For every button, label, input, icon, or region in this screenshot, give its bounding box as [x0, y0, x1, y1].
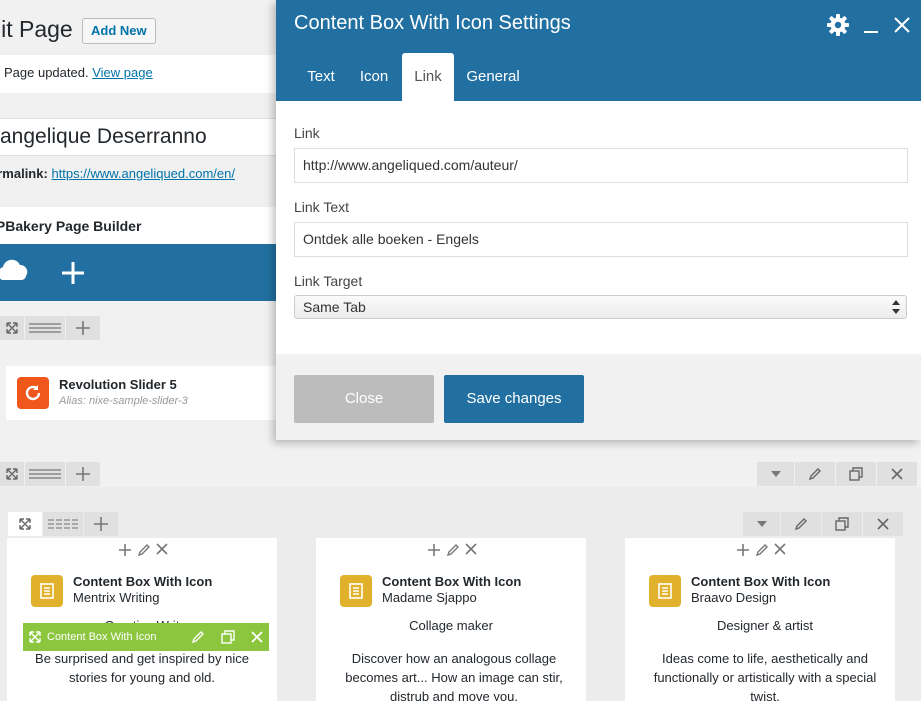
content-box-subtitle: Mentrix Writing	[73, 590, 160, 605]
add-new-button[interactable]: Add New	[82, 18, 156, 44]
tab-general[interactable]: General	[459, 53, 527, 101]
row-2-actions	[757, 462, 917, 486]
drag-icon[interactable]	[43, 512, 83, 536]
modal-window-controls	[827, 14, 911, 36]
column-2: Content Box With Icon Madame Sjappo Coll…	[316, 538, 586, 701]
view-page-link[interactable]: View page	[92, 65, 152, 80]
save-changes-button[interactable]: Save changes	[444, 375, 584, 423]
link-text-label: Link Text	[294, 199, 349, 215]
content-box-heading: Collage maker	[409, 618, 493, 633]
plus-icon[interactable]	[118, 543, 132, 557]
close-icon[interactable]	[465, 543, 477, 557]
revolution-slider-title: Revolution Slider 5	[59, 377, 177, 392]
plus-icon[interactable]	[66, 462, 100, 486]
close-icon[interactable]	[774, 543, 786, 557]
link-target-select[interactable]: Same Tab	[294, 295, 907, 319]
chevron-down-icon[interactable]	[743, 512, 780, 536]
drag-icon[interactable]	[25, 316, 65, 340]
content-box-title: Content Box With Icon	[382, 574, 522, 589]
delete-icon[interactable]	[251, 631, 263, 643]
chevron-down-icon[interactable]	[757, 462, 794, 486]
element-toolbar-label: Content Box With Icon	[47, 631, 157, 643]
page-builder-toolbar	[0, 244, 276, 301]
tab-text[interactable]: Text	[295, 53, 347, 101]
plus-icon[interactable]	[66, 316, 100, 340]
drag-icon[interactable]	[25, 462, 65, 486]
column-1: Content Box With Icon Mentrix Writing Cr…	[7, 538, 277, 701]
link-target-label: Link Target	[294, 273, 363, 289]
column-tools	[118, 543, 168, 557]
column-tools	[427, 543, 477, 557]
post-title-input[interactable]: angelique Deserranno	[0, 118, 290, 156]
inner-row-actions	[743, 512, 903, 536]
pencil-icon[interactable]	[755, 543, 769, 557]
document-icon	[31, 575, 63, 607]
expand-icon[interactable]	[0, 316, 24, 340]
revolution-slider-alias: Alias: nixe-sample-slider-3	[59, 395, 188, 407]
expand-icon[interactable]	[29, 631, 41, 643]
settings-modal: Content Box With Icon Settings Text Icon…	[276, 0, 921, 440]
delete-icon[interactable]	[863, 512, 903, 536]
permalink-link[interactable]: https://www.angeliqued.com/en/	[51, 166, 235, 181]
pencil-icon[interactable]	[446, 543, 460, 557]
pencil-icon[interactable]	[781, 512, 821, 536]
element-toolbar: Content Box With Icon	[23, 623, 269, 651]
row-controls	[0, 316, 100, 340]
modal-footer: Close Save changes	[276, 354, 921, 440]
expand-icon[interactable]	[8, 512, 42, 536]
refresh-icon	[17, 377, 49, 409]
expand-icon[interactable]	[0, 462, 24, 486]
select-arrows-icon	[892, 300, 900, 314]
pencil-icon[interactable]	[795, 462, 835, 486]
link-text-input[interactable]: Ontdek alle boeken - Engels	[294, 222, 908, 257]
clone-icon[interactable]	[221, 630, 235, 644]
content-box-subtitle: Madame Sjappo	[382, 590, 477, 605]
content-box-title: Content Box With Icon	[691, 574, 831, 589]
content-box-subtitle: Braavo Design	[691, 590, 777, 605]
modal-header: Content Box With Icon Settings Text Icon…	[276, 0, 921, 101]
link-input[interactable]: http://www.angeliqued.com/auteur/	[294, 148, 908, 183]
column-tools	[736, 543, 786, 557]
delete-icon[interactable]	[877, 462, 917, 486]
page-builder-title: /PBakery Page Builder	[0, 218, 142, 234]
page-title: lit Page	[0, 16, 73, 42]
plus-icon[interactable]	[427, 543, 441, 557]
clone-icon[interactable]	[822, 512, 862, 536]
permalink: ermalink: https://www.angeliqued.com/en/	[0, 166, 235, 181]
content-box-text: Ideas come to life, aesthetically and fu…	[653, 651, 877, 701]
link-label: Link	[294, 125, 320, 141]
update-notice: Page updated. View page	[0, 55, 290, 93]
plus-icon[interactable]	[736, 543, 750, 557]
document-icon	[649, 575, 681, 607]
inner-row-controls	[8, 512, 118, 536]
tab-link[interactable]: Link	[402, 53, 454, 101]
plus-icon[interactable]	[60, 260, 86, 286]
content-box-text: Discover how an analogous collage become…	[345, 651, 563, 701]
pencil-icon[interactable]	[191, 630, 205, 644]
clone-icon[interactable]	[836, 462, 876, 486]
modal-body: Link http://www.angeliqued.com/auteur/ L…	[276, 101, 921, 354]
pencil-icon[interactable]	[137, 543, 151, 557]
content-box-title: Content Box With Icon	[73, 574, 213, 589]
column-3: Content Box With Icon Braavo Design Desi…	[625, 538, 895, 701]
document-icon	[340, 575, 372, 607]
permalink-label: ermalink:	[0, 166, 48, 181]
tab-icon[interactable]: Icon	[351, 53, 397, 101]
close-icon[interactable]	[156, 543, 168, 557]
link-target-value: Same Tab	[303, 299, 366, 315]
row-2-controls	[0, 462, 100, 486]
notice-text: Page updated.	[4, 65, 89, 80]
modal-title: Content Box With Icon Settings	[294, 12, 571, 34]
close-button[interactable]: Close	[294, 375, 434, 423]
plus-icon[interactable]	[84, 512, 118, 536]
close-icon[interactable]	[893, 16, 911, 34]
content-box-heading: Designer & artist	[716, 618, 814, 633]
cloud-icon[interactable]	[0, 258, 30, 286]
gear-icon[interactable]	[827, 14, 849, 36]
minimize-icon[interactable]	[863, 16, 879, 34]
content-box-text: Be surprised and get inspired by nice st…	[35, 651, 249, 685]
